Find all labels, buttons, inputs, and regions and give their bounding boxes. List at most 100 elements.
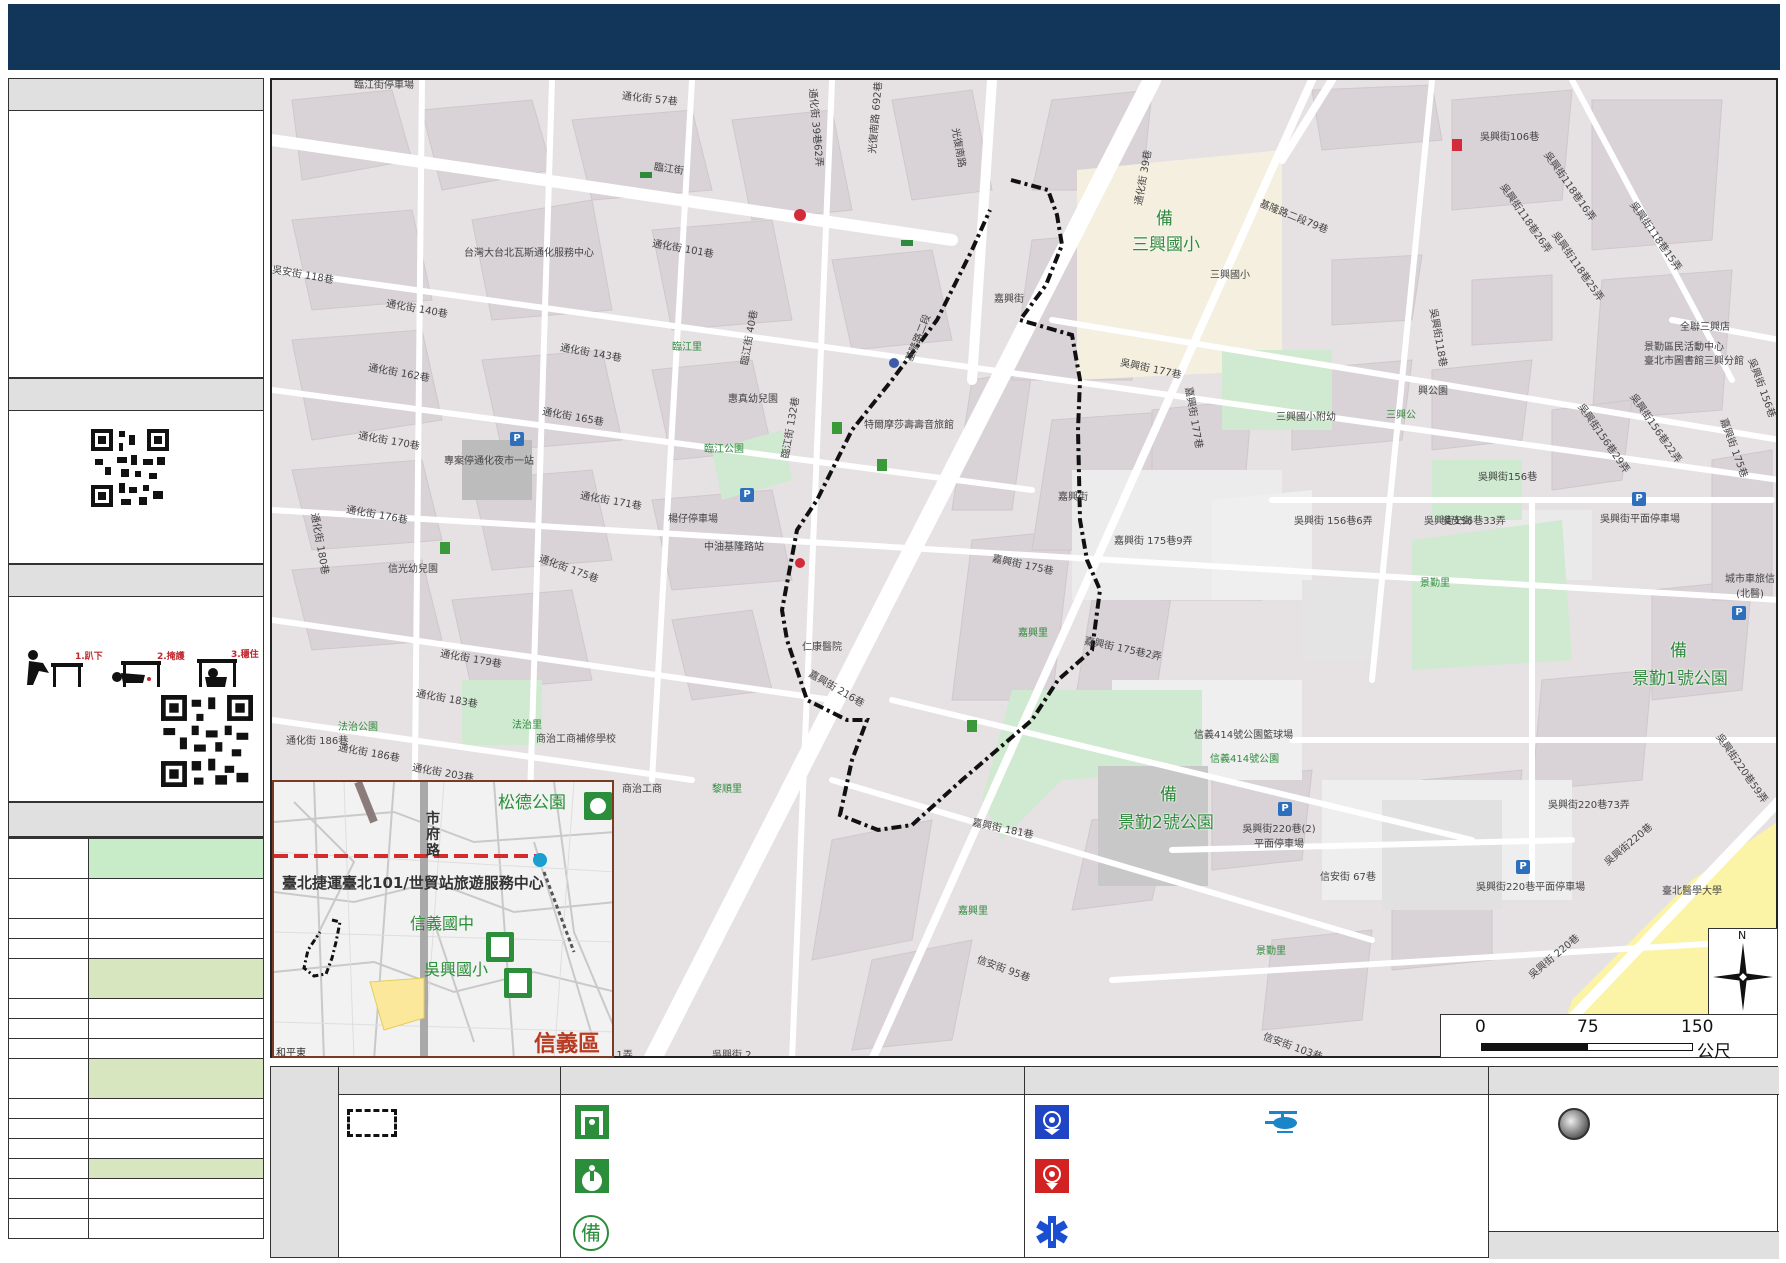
table-cell-highlight <box>88 1058 264 1099</box>
inset-label-district: 信義區 <box>534 1032 601 1057</box>
street-label: 吳興街106巷 <box>1480 132 1540 143</box>
street-label: 臨江里 <box>672 342 702 353</box>
street-label: 專案停通化夜市一站 <box>444 456 534 467</box>
drill-step-2: 2.掩護 <box>157 652 185 662</box>
street-label: 臨江公園 <box>704 444 744 455</box>
street-label: 信義414號公園籃球場 <box>1194 730 1294 741</box>
table-panel-header <box>8 802 264 838</box>
street-label: 興公園 <box>1418 386 1448 397</box>
park-label: 景勤2號公園 <box>1118 813 1214 833</box>
panel-header <box>9 379 263 411</box>
parking-icon: P <box>1732 606 1746 620</box>
scale-bar: 0 75 150 公尺 <box>1440 1014 1778 1062</box>
inset-label-songde: 松德公園 <box>498 793 566 813</box>
street-label: 台灣大台北瓦斯通化服務中心 <box>464 248 594 259</box>
legend-column-header <box>561 1067 1024 1095</box>
street-label: 吳興街 2 <box>712 1050 752 1058</box>
street-label: 特爾摩莎壽壽音旅館 <box>864 420 954 431</box>
qr-code-icon <box>161 695 253 787</box>
street-label: 景勤區民活動中心 <box>1644 342 1724 353</box>
street-label: 全聯三興店 <box>1680 322 1730 333</box>
street-label: 信安街 67巷 <box>1320 872 1376 883</box>
assembly-point-icon <box>575 1159 609 1193</box>
street-label: 城市車旅信(北醫) <box>1725 574 1775 600</box>
scale-bar-black <box>1481 1043 1587 1051</box>
table-cell-highlight <box>88 1158 264 1179</box>
fire-department-icon <box>1035 1159 1069 1193</box>
street-label: 嘉興街 <box>1058 492 1088 503</box>
legend-column-services <box>1025 1067 1489 1257</box>
table-cell-highlight <box>88 838 264 879</box>
street-label: 中油基隆路站 <box>704 542 764 553</box>
inset-map[interactable]: 松德公園 市 府 路 臺北捷運臺北101/世貿站旅遊服務中心 信義國中 吳興國小… <box>272 780 614 1058</box>
legend-footer-bar <box>1489 1231 1779 1259</box>
reserve-shelter-icon: 備 <box>1160 785 1177 805</box>
panel-header <box>9 565 263 597</box>
street-label: 景勤里 <box>1420 578 1450 589</box>
reserve-shelter-icon: 備 <box>1156 209 1173 229</box>
scale-tick: 75 <box>1577 1017 1599 1037</box>
street-label: 吳興街220巷(2)平面停車場 <box>1242 824 1316 850</box>
info-table <box>8 838 264 1239</box>
street-label: 信義414號公園 <box>1210 754 1280 765</box>
street-label: 嘉興街 <box>994 294 1024 305</box>
street-label: 嘉興里 <box>958 906 988 917</box>
qr-panel <box>8 378 264 564</box>
evacuation-building-icon <box>575 1105 609 1139</box>
legend-column-shelters: 備 <box>561 1067 1025 1257</box>
street-label: 吳安街 <box>1442 516 1472 527</box>
police-icon <box>1035 1105 1069 1139</box>
street-label: 信光幼兒園 <box>388 564 438 575</box>
inset-label-wuxing: 吳興國小 <box>424 960 489 979</box>
parking-icon: P <box>740 488 754 502</box>
street-label: 臺北醫學大學 <box>1662 886 1722 897</box>
scale-unit: 公尺 <box>1697 1042 1731 1062</box>
legend-column-other <box>1489 1067 1779 1259</box>
inset-label-xinyi: 信義國中 <box>410 914 475 933</box>
drill-panel: 1.趴下 2.掩護 3.穩住 <box>8 564 264 802</box>
ems-star-of-life-icon <box>1036 1216 1068 1248</box>
info-panel-1 <box>8 78 264 378</box>
parking-icon: P <box>1278 802 1292 816</box>
gray-circle-icon <box>1558 1108 1590 1140</box>
legend-column-header <box>1489 1067 1779 1095</box>
street-label: 嘉興里 <box>1018 628 1048 639</box>
street-label: 商治工商補修學校 <box>536 734 616 745</box>
scale-tick: 150 <box>1681 1017 1714 1037</box>
legend-column-boundary <box>339 1067 561 1257</box>
reserve-shelter-icon: 備 <box>573 1215 609 1251</box>
street-label: 三興國小附幼 <box>1276 412 1336 423</box>
scale-tick: 0 <box>1475 1017 1486 1037</box>
table-cell-highlight <box>88 958 264 999</box>
north-arrow: N <box>1708 928 1778 1016</box>
boundary-symbol <box>347 1109 397 1137</box>
north-label: N <box>1738 929 1747 942</box>
street-label: 商治工商 <box>622 784 662 795</box>
street-label: 楊仔停車場 <box>668 514 718 525</box>
park-label: 景勤1號公園 <box>1632 669 1728 689</box>
street-label: 吳興街平面停車場 <box>1600 514 1680 525</box>
street-label: 吳興街 156巷6弄 <box>1294 516 1373 527</box>
map-legend: 備 <box>270 1066 1779 1259</box>
parking-icon: P <box>1632 492 1646 506</box>
street-label: 法治公園 <box>338 722 378 733</box>
parking-icon: P <box>510 432 524 446</box>
panel-header <box>9 803 263 837</box>
street-label: 三興公 <box>1386 410 1416 421</box>
legend-column-header <box>339 1067 560 1095</box>
street-label: 景勤里 <box>1256 946 1286 957</box>
inset-label-edge: 和平東 <box>276 1048 306 1058</box>
street-label: 吳興街220巷73弄 <box>1548 800 1630 811</box>
street-label: 法治里 <box>512 720 542 731</box>
street-label: 嘉興街 175巷9弄 <box>1114 536 1193 547</box>
header-bar <box>8 4 1780 70</box>
school-label: 三興國小 <box>1132 235 1200 255</box>
street-label: 仁康醫院 <box>802 642 842 653</box>
street-label: 三興國小 <box>1210 270 1250 281</box>
street-label: 臺北市圖書館三興分館 <box>1644 356 1744 367</box>
inset-label-mrt: 臺北捷運臺北101/世貿站旅遊服務中心 <box>282 874 544 892</box>
reserve-shelter-icon: 備 <box>1670 641 1687 661</box>
street-label: 吳興街156巷 <box>1478 472 1538 483</box>
street-label: 吳興街220巷平面停車場 <box>1476 882 1586 893</box>
legend-side-column <box>271 1067 339 1257</box>
